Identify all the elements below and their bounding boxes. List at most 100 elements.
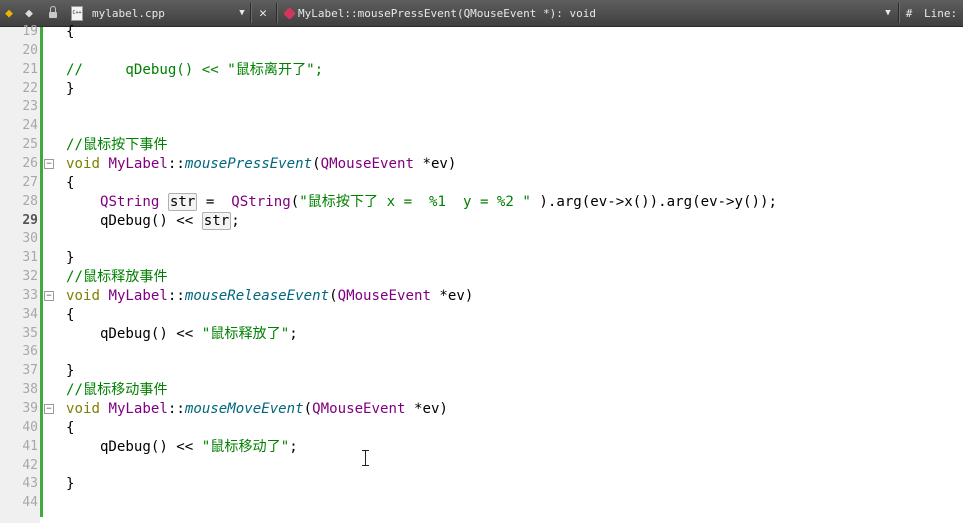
line-number: 30 [22, 231, 38, 247]
code-line[interactable]: 22} [0, 80, 963, 99]
line-number: 33 [22, 287, 38, 303]
code-text: { [66, 23, 75, 42]
code-line[interactable]: 29 qDebug() << str; [0, 211, 963, 231]
line-number: 41 [22, 438, 38, 454]
code-token: MyLabel [108, 401, 168, 417]
code-token: QMouseEvent [312, 401, 406, 417]
code-token: { [66, 24, 75, 40]
code-text: //鼠标按下事件 [66, 136, 168, 155]
line-number: 23 [22, 99, 38, 115]
code-text: } [66, 362, 75, 381]
code-token: ( [290, 193, 300, 210]
code-token: ; [289, 438, 298, 455]
code-token: //鼠标移动事件 [66, 382, 168, 399]
code-token: void [66, 401, 100, 417]
line-number: 20 [22, 42, 38, 58]
fold-toggle-icon[interactable]: − [44, 158, 54, 169]
code-line[interactable]: 38 //鼠标移动事件 [0, 381, 963, 400]
code-line[interactable]: 21 // qDebug() << "鼠标离开了"; [0, 61, 963, 80]
code-text: } [66, 80, 75, 99]
code-line[interactable]: 31} [0, 249, 963, 268]
code-line[interactable]: 25 //鼠标按下事件 [0, 136, 963, 155]
code-token: } [66, 476, 75, 493]
code-line[interactable]: 26− void MyLabel::mousePressEvent(QMouseE… [0, 155, 963, 174]
code-text: qDebug() << str; [66, 211, 240, 231]
code-line[interactable]: 28 QString str = QString("鼠标按下了 x = %1 y… [0, 192, 963, 212]
code-token: { [66, 174, 75, 191]
code-line[interactable]: 43} [0, 475, 963, 494]
code-token: "鼠标释放了" [201, 325, 290, 342]
code-token: *ev) [430, 287, 474, 304]
code-token: qDebug() << [66, 438, 202, 455]
code-text: void MyLabel::mouseReleaseEvent(QMouseEv… [66, 287, 473, 306]
code-token: QString [99, 193, 160, 210]
code-line[interactable]: 41 qDebug() << "鼠标移动了"; [0, 438, 963, 457]
line-number: 32 [22, 269, 38, 285]
code-token: ; [231, 212, 240, 229]
code-token: QString [231, 193, 291, 210]
line-number: 37 [22, 363, 38, 379]
code-token: :: [167, 287, 185, 304]
fold-toggle-icon[interactable]: − [44, 290, 54, 301]
code-token: "鼠标按下了 x = %1 y = %2 " [299, 193, 531, 210]
line-number: 38 [22, 382, 38, 398]
code-line[interactable]: 37} [0, 362, 963, 381]
code-line[interactable]: 34 { [0, 306, 963, 325]
code-token: ( [329, 287, 338, 304]
code-line[interactable]: 20 [0, 42, 963, 61]
code-text: { [66, 419, 75, 438]
code-token: } [66, 250, 75, 267]
code-text: qDebug() << "鼠标移动了"; [66, 438, 298, 457]
code-line[interactable]: 33− void MyLabel::mouseReleaseEvent(QMous… [0, 287, 963, 306]
code-text: void MyLabel::mousePressEvent(QMouseEven… [66, 155, 456, 174]
line-number: 29 [22, 212, 38, 228]
code-line[interactable]: 24 [0, 117, 963, 136]
code-line[interactable]: 27 { [0, 174, 963, 193]
code-line[interactable]: 44 [0, 494, 963, 513]
code-editor[interactable]: 19{20 21// qDebug() << "鼠标离开了"; 22} 23 24 25 /… [0, 24, 963, 523]
code-token: //鼠标按下事件 [66, 137, 168, 154]
toolbar-separator [276, 3, 278, 23]
code-token: qDebug() << [66, 325, 202, 342]
line-number: 27 [22, 174, 38, 190]
code-text: qDebug() << "鼠标释放了"; [66, 325, 298, 344]
code-token: { [66, 306, 75, 323]
file-name: mylabel.cpp [92, 6, 165, 20]
line-number: 25 [22, 137, 38, 153]
code-line[interactable]: 19 { [0, 23, 963, 42]
code-line[interactable]: 35 qDebug() << "鼠标释放了"; [0, 325, 963, 344]
code-line[interactable]: 39− void MyLabel::mouseMoveEvent(QMouseEv… [0, 400, 963, 419]
code-line[interactable]: 32 //鼠标释放事件 [0, 268, 963, 287]
line-number: 26 [22, 155, 38, 171]
line-number: 35 [22, 325, 38, 341]
code-token: qDebug() << [66, 212, 202, 229]
code-token: ( [303, 401, 313, 417]
toolbar-separator [250, 3, 252, 23]
code-text: } [66, 249, 75, 268]
line-number: 43 [22, 476, 38, 492]
code-text: { [66, 306, 75, 325]
code-text: } [66, 475, 75, 494]
code-token: MyLabel [108, 155, 168, 172]
code-token: :: [167, 401, 185, 417]
code-token: ).arg(ev->x()).arg(ev->y()); [530, 193, 777, 210]
fold-toggle-icon[interactable]: − [44, 404, 54, 414]
code-line[interactable]: 36 [0, 343, 963, 362]
code-token: = [197, 193, 232, 210]
symbol-name: MyLabel::mousePressEvent(QMouseEvent *):… [298, 6, 597, 20]
code-line[interactable]: 23 [0, 98, 963, 117]
code-text: //鼠标移动事件 [66, 381, 168, 400]
code-line[interactable]: 40 { [0, 419, 963, 438]
line-number: 40 [22, 419, 38, 435]
code-text: QString str = QString("鼠标按下了 x = %1 y = … [66, 192, 777, 212]
text-cursor-icon [362, 450, 370, 466]
code-token: mousePressEvent [184, 155, 313, 172]
code-line[interactable]: 42 [0, 457, 963, 476]
line-number: 21 [22, 61, 38, 77]
code-token: str [201, 211, 232, 230]
code-token: } [66, 363, 75, 380]
code-line[interactable]: 30 [0, 230, 963, 249]
line-number: 44 [22, 495, 38, 511]
